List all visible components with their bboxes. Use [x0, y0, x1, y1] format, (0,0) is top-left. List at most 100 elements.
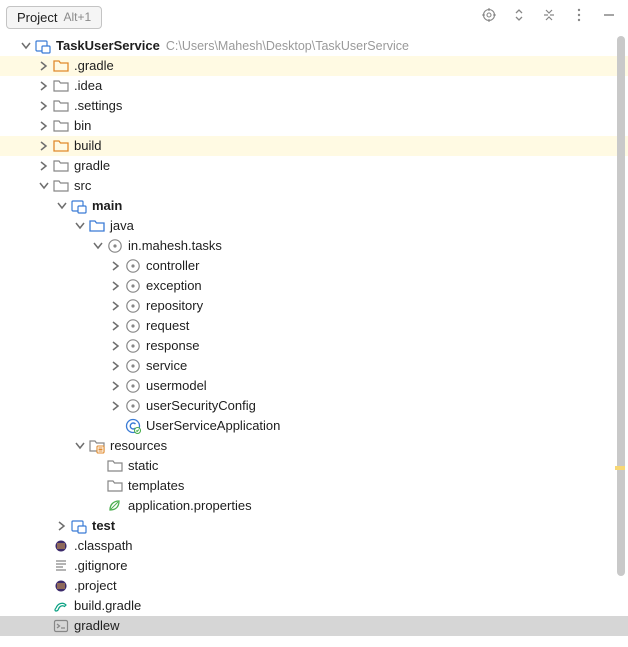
- tree-item-label: src: [74, 176, 91, 196]
- tree-item-label: .idea: [74, 76, 102, 96]
- project-tab-label: Project: [17, 10, 57, 25]
- chevron-down-icon[interactable]: [72, 438, 88, 454]
- tree-item-templates[interactable]: templates: [0, 476, 628, 496]
- tree-root[interactable]: TaskUserService C:\Users\Mahesh\Desktop\…: [0, 36, 628, 56]
- tree-item-project-file[interactable]: .project: [0, 576, 628, 596]
- project-tree[interactable]: TaskUserService C:\Users\Mahesh\Desktop\…: [0, 30, 628, 636]
- tree-item-test[interactable]: test: [0, 516, 628, 536]
- tree-item-userserviceapplication[interactable]: UserServiceApplication: [0, 416, 628, 436]
- project-tab[interactable]: Project Alt+1: [6, 6, 102, 29]
- package-icon: [124, 277, 142, 295]
- select-open-file-icon[interactable]: [480, 6, 498, 24]
- tree-item-build-gradle[interactable]: build.gradle: [0, 596, 628, 616]
- tree-item-usersecurityconfig[interactable]: userSecurityConfig: [0, 396, 628, 416]
- class-icon: [124, 417, 142, 435]
- folder-icon: [52, 177, 70, 195]
- resources-folder-icon: [88, 437, 106, 455]
- package-icon: [124, 337, 142, 355]
- chevron-right-icon[interactable]: [108, 378, 124, 394]
- scrollbar-thumb[interactable]: [617, 36, 625, 576]
- tree-item-application-properties[interactable]: application.properties: [0, 496, 628, 516]
- scrollbar[interactable]: [616, 36, 626, 647]
- chevron-right-icon[interactable]: [108, 318, 124, 334]
- tree-item-label: build.gradle: [74, 596, 141, 616]
- chevron-right-icon[interactable]: [108, 338, 124, 354]
- tree-item-response[interactable]: response: [0, 336, 628, 356]
- terminal-icon: [52, 617, 70, 635]
- folder-icon: [52, 137, 70, 155]
- chevron-right-icon[interactable]: [36, 138, 52, 154]
- chevron-right-icon[interactable]: [36, 58, 52, 74]
- tree-item-label: .gitignore: [74, 556, 127, 576]
- tree-item-label: exception: [146, 276, 202, 296]
- tree-item-request[interactable]: request: [0, 316, 628, 336]
- tree-item-gradlew[interactable]: gradlew: [0, 616, 628, 636]
- tree-item-gitignore[interactable]: .gitignore: [0, 556, 628, 576]
- gutter-change-marker: [615, 466, 625, 470]
- tree-item-exception[interactable]: exception: [0, 276, 628, 296]
- project-tab-shortcut: Alt+1: [63, 10, 91, 24]
- tree-item-label: in.mahesh.tasks: [128, 236, 222, 256]
- package-icon: [124, 317, 142, 335]
- expand-collapse-icon[interactable]: [510, 6, 528, 24]
- chevron-right-icon[interactable]: [54, 518, 70, 534]
- tree-item-label: test: [92, 516, 115, 536]
- chevron-right-icon[interactable]: [36, 98, 52, 114]
- package-icon: [106, 237, 124, 255]
- text-file-icon: [52, 557, 70, 575]
- root-path: C:\Users\Mahesh\Desktop\TaskUserService: [166, 36, 409, 56]
- folder-icon: [106, 477, 124, 495]
- minimize-icon[interactable]: [600, 6, 618, 24]
- chevron-right-icon[interactable]: [108, 358, 124, 374]
- eclipse-icon: [52, 577, 70, 595]
- tree-item-label: repository: [146, 296, 203, 316]
- chevron-right-icon[interactable]: [108, 298, 124, 314]
- folder-icon: [52, 57, 70, 75]
- tree-item-label: bin: [74, 116, 91, 136]
- chevron-right-icon[interactable]: [108, 398, 124, 414]
- chevron-right-icon[interactable]: [108, 278, 124, 294]
- spring-leaf-icon: [106, 497, 124, 515]
- tree-item-label: static: [128, 456, 158, 476]
- chevron-right-icon[interactable]: [36, 158, 52, 174]
- tree-item-bin[interactable]: bin: [0, 116, 628, 136]
- tree-item-src[interactable]: src: [0, 176, 628, 196]
- eclipse-icon: [52, 537, 70, 555]
- chevron-down-icon[interactable]: [54, 198, 70, 214]
- tree-item-service[interactable]: service: [0, 356, 628, 376]
- tree-item-label: .settings: [74, 96, 122, 116]
- tree-item-java[interactable]: java: [0, 216, 628, 236]
- tree-item-label: main: [92, 196, 122, 216]
- tree-item-classpath[interactable]: .classpath: [0, 536, 628, 556]
- chevron-down-icon[interactable]: [18, 38, 34, 54]
- tree-item-controller[interactable]: controller: [0, 256, 628, 276]
- tree-item-package[interactable]: in.mahesh.tasks: [0, 236, 628, 256]
- tree-item-idea[interactable]: .idea: [0, 76, 628, 96]
- tree-item-gradle-hidden[interactable]: .gradle: [0, 56, 628, 76]
- tree-item-build[interactable]: build: [0, 136, 628, 156]
- tree-item-static[interactable]: static: [0, 456, 628, 476]
- module-icon: [70, 517, 88, 535]
- gradle-icon: [52, 597, 70, 615]
- chevron-down-icon[interactable]: [72, 218, 88, 234]
- chevron-down-icon[interactable]: [36, 178, 52, 194]
- root-name: TaskUserService: [56, 36, 160, 56]
- tree-item-repository[interactable]: repository: [0, 296, 628, 316]
- tree-item-main[interactable]: main: [0, 196, 628, 216]
- chevron-down-icon[interactable]: [90, 238, 106, 254]
- collapse-all-icon[interactable]: [540, 6, 558, 24]
- chevron-right-icon[interactable]: [36, 118, 52, 134]
- tree-item-label: service: [146, 356, 187, 376]
- folder-icon: [52, 97, 70, 115]
- chevron-right-icon[interactable]: [36, 78, 52, 94]
- tree-item-resources[interactable]: resources: [0, 436, 628, 456]
- chevron-right-icon[interactable]: [108, 258, 124, 274]
- folder-icon: [106, 457, 124, 475]
- more-options-icon[interactable]: [570, 6, 588, 24]
- tree-item-settings[interactable]: .settings: [0, 96, 628, 116]
- package-icon: [124, 257, 142, 275]
- tree-item-usermodel[interactable]: usermodel: [0, 376, 628, 396]
- folder-icon: [52, 117, 70, 135]
- tree-item-gradle[interactable]: gradle: [0, 156, 628, 176]
- tree-item-label: request: [146, 316, 189, 336]
